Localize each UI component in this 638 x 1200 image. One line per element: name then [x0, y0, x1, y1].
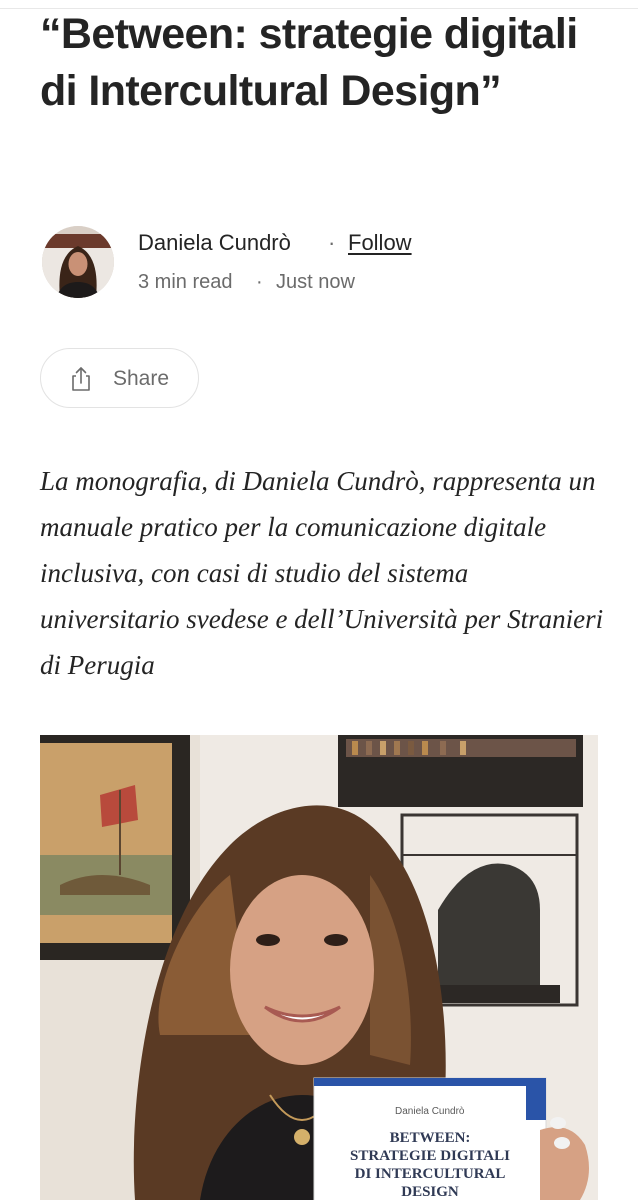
wall-shelf: [338, 735, 583, 807]
book-title-line: DI INTERCULTURAL: [355, 1166, 506, 1182]
share-button[interactable]: Share: [40, 348, 199, 408]
article-subtitle: La monografia, di Daniela Cundrò, rappre…: [40, 466, 604, 680]
share-label: Share: [113, 367, 170, 390]
wall-painting: [40, 735, 190, 960]
book-title-line: DESIGN: [401, 1184, 459, 1200]
author-avatar[interactable]: [42, 226, 114, 298]
read-time: 3 min read: [138, 271, 233, 293]
author-name[interactable]: Daniela Cundrò: [138, 229, 291, 257]
article-hero-image: Daniela Cundrò BETWEEN: STRATEGIE DIGITA…: [40, 735, 598, 1200]
share-icon: [72, 367, 90, 391]
publish-time: Just now: [276, 271, 355, 293]
meta-separator: ·: [256, 271, 263, 293]
book-title-line: STRATEGIE DIGITALI: [350, 1148, 510, 1164]
meta-separator: ·: [328, 230, 336, 255]
book-author: Daniela Cundrò: [395, 1106, 465, 1117]
article-title: “Between: strategie digitali di Intercul…: [40, 10, 578, 115]
follow-link[interactable]: Follow: [348, 229, 412, 257]
author-avatar-image: [42, 226, 114, 298]
book-title-line: BETWEEN:: [390, 1130, 471, 1146]
